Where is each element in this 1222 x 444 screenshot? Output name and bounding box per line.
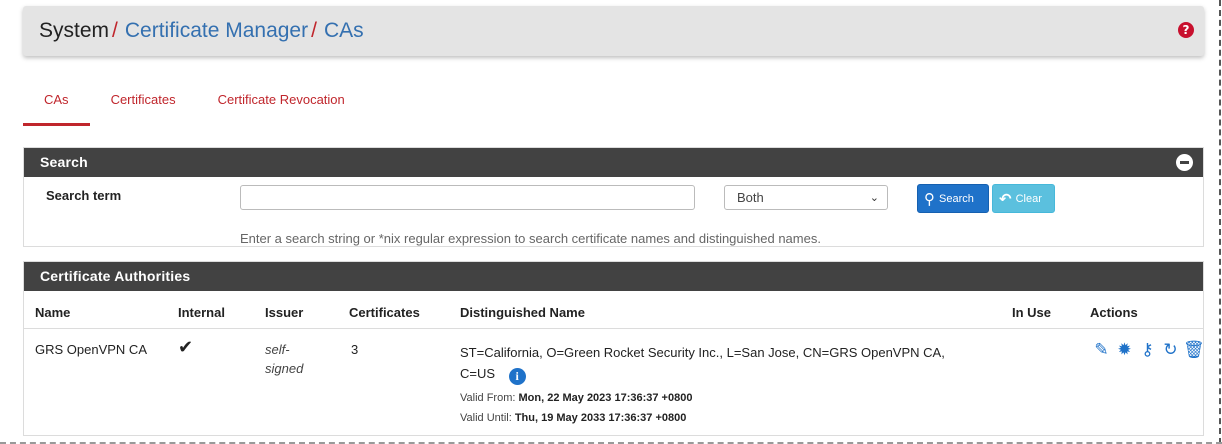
collapse-icon[interactable] xyxy=(1176,154,1193,171)
column-header-actions: Actions xyxy=(1090,305,1138,320)
column-header-in-use: In Use xyxy=(1012,305,1052,320)
search-input[interactable] xyxy=(240,185,695,210)
breadcrumb-system: System xyxy=(39,19,110,42)
ca-distinguished-name: ST=California, O=Green Rocket Security I… xyxy=(460,342,945,385)
renew-icon[interactable]: ↻ xyxy=(1160,341,1181,359)
search-scope-value: Both xyxy=(737,190,764,205)
column-header-certificates: Certificates xyxy=(349,305,420,320)
pencil-icon[interactable]: ✎ xyxy=(1091,341,1112,359)
breadcrumb-certificate-manager[interactable]: Certificate Manager xyxy=(125,19,308,43)
dn-line2: C=US xyxy=(460,366,496,381)
certificate-icon[interactable]: ✹ xyxy=(1114,341,1135,359)
column-header-internal: Internal xyxy=(178,305,225,320)
valid-until-value: Thu, 19 May 2033 17:36:37 +0800 xyxy=(514,412,687,424)
search-icon: ⚲ xyxy=(924,189,935,208)
ca-certificates-count: 3 xyxy=(351,342,359,357)
chevron-down-icon: ⌄ xyxy=(869,191,879,204)
window-edge xyxy=(1219,0,1221,444)
trash-icon[interactable]: 🗑 xyxy=(1183,341,1205,359)
tab-cas[interactable]: CAs xyxy=(23,92,90,126)
search-scope-select[interactable]: Both ⌄ xyxy=(724,185,888,210)
certificate-authorities-panel: Certificate Authorities Name Internal Is… xyxy=(23,261,1205,436)
valid-from: Valid From: Mon, 22 May 2023 17:36:37 +0… xyxy=(460,392,692,404)
tab-bar: CAs Certificates Certificate Revocation xyxy=(23,92,366,126)
valid-until: Valid Until: Thu, 19 May 2033 17:36:37 +… xyxy=(460,412,686,424)
clear-button[interactable]: ↶ Clear xyxy=(992,184,1055,213)
tab-certificate-revocation[interactable]: Certificate Revocation xyxy=(197,92,366,126)
column-header-name: Name xyxy=(35,305,71,320)
breadcrumb: System / Certificate Manager / CAs ? xyxy=(23,6,1204,56)
tab-certificates[interactable]: Certificates xyxy=(90,92,197,126)
breadcrumb-cas[interactable]: CAs xyxy=(324,19,364,43)
search-term-label: Search term xyxy=(46,188,122,203)
header-divider xyxy=(24,328,1203,329)
ca-panel-title: Certificate Authorities xyxy=(40,268,191,284)
column-header-distinguished-name: Distinguished Name xyxy=(460,305,585,320)
breadcrumb-separator: / xyxy=(311,19,317,42)
ca-issuer-line2: signed xyxy=(265,361,304,376)
ca-issuer: self- signed xyxy=(265,340,303,378)
search-panel-header: Search xyxy=(24,148,1203,177)
ca-panel-header: Certificate Authorities xyxy=(24,262,1203,291)
search-button[interactable]: ⚲ Search xyxy=(917,184,989,213)
ca-issuer-line1: self- xyxy=(265,342,290,357)
search-help-text: Enter a search string or *nix regular ex… xyxy=(240,231,821,246)
clear-button-label: Clear xyxy=(1015,192,1042,205)
search-panel: Search Search term Both ⌄ ⚲ Search ↶ Cle… xyxy=(23,147,1204,247)
valid-from-label: Valid From: xyxy=(460,392,516,404)
valid-until-label: Valid Until: xyxy=(460,412,512,424)
row-actions: ✎ ✹ ⚷ ↻ 🗑 xyxy=(1091,341,1204,359)
key-icon[interactable]: ⚷ xyxy=(1137,341,1158,359)
breadcrumb-separator: / xyxy=(112,19,118,42)
search-button-label: Search xyxy=(939,192,974,205)
help-icon[interactable]: ? xyxy=(1178,22,1194,38)
checkmark-icon: ✔ xyxy=(178,337,194,358)
ca-name: GRS OpenVPN CA xyxy=(35,342,147,357)
search-panel-title: Search xyxy=(40,154,88,170)
valid-from-value: Mon, 22 May 2023 17:36:37 +0800 xyxy=(518,392,693,404)
dn-line1: ST=California, O=Green Rocket Security I… xyxy=(460,345,945,360)
info-icon[interactable]: i xyxy=(508,368,526,385)
undo-icon: ↶ xyxy=(999,189,1012,208)
column-header-issuer: Issuer xyxy=(265,305,304,320)
